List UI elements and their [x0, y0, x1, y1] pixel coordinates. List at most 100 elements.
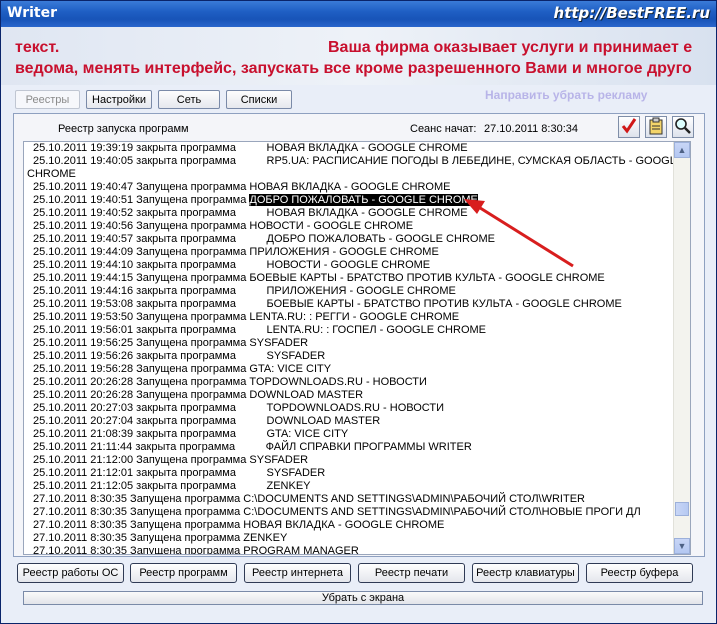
keyboard-registry-button[interactable]: Реестр клавиатуры — [472, 563, 579, 583]
log-row[interactable]: 25.10.2011 19:53:50 Запущена программа L… — [24, 311, 674, 324]
log-row-text: 25.10.2011 19:56:28 Запущена программа G… — [33, 363, 332, 375]
log-row-text: 25.10.2011 20:27:03 закрыта программа TO… — [33, 402, 444, 414]
log-row-text: 25.10.2011 21:12:05 закрыта программа ZE… — [33, 480, 311, 492]
log-row-text: 25.10.2011 19:40:52 закрыта программа НО… — [33, 207, 468, 219]
writer-window: Writer http://BestFREE.ru текст. Ваша фи… — [0, 0, 717, 624]
log-row-text: 27.10.2011 8:30:35 Запущена программа PR… — [33, 545, 359, 555]
log-row[interactable]: 25.10.2011 21:12:05 закрыта программа ZE… — [24, 480, 674, 493]
log-row[interactable]: 25.10.2011 19:44:16 закрыта программа ПР… — [24, 285, 674, 298]
log-row[interactable]: 25.10.2011 21:11:44 закрыта программа ФА… — [24, 441, 674, 454]
log-row-text: 25.10.2011 19:44:16 закрыта программа ПР… — [33, 285, 456, 297]
ticker-line1-start: текст. — [15, 39, 60, 56]
log-row[interactable]: 25.10.2011 20:26:28 Запущена программа T… — [24, 376, 674, 389]
scroll-down-arrow-icon[interactable]: ▼ — [674, 538, 690, 554]
log-row-text: 25.10.2011 20:26:28 Запущена программа D… — [33, 389, 364, 401]
clipboard-icon — [649, 117, 663, 135]
log-row[interactable]: 25.10.2011 19:44:10 закрыта программа НО… — [24, 259, 674, 272]
registry-panel: Реестр запуска программ Сеанс начат: 27.… — [13, 113, 705, 557]
ticker-line2: ведома, менять интерфейс, запускать все … — [15, 60, 692, 77]
log-row[interactable]: 25.10.2011 19:39:19 закрыта программа НО… — [24, 142, 674, 155]
tab-network[interactable]: Сеть — [158, 90, 220, 109]
log-row-text: 25.10.2011 19:53:50 Запущена программа L… — [33, 311, 460, 323]
log-row[interactable]: 25.10.2011 19:40:51 Запущена программа Д… — [24, 194, 674, 207]
log-row-text: 25.10.2011 19:40:05 закрыта программа RP… — [33, 155, 684, 167]
log-row[interactable]: 25.10.2011 19:40:05 закрыта программа RP… — [24, 155, 683, 168]
log-row-text: 25.10.2011 19:44:15 Запущена программа Б… — [33, 272, 605, 284]
log-row-text: 27.10.2011 8:30:35 Запущена программа C:… — [33, 506, 641, 518]
log-row-text: 25.10.2011 19:56:01 закрыта программа LE… — [33, 324, 487, 336]
window-title: Writer — [7, 5, 57, 21]
session-value: 27.10.2011 8:30:34 — [484, 123, 578, 135]
session-label: Сеанс начат: — [410, 123, 477, 135]
log-row-text: 25.10.2011 19:44:10 закрыта программа НО… — [33, 259, 431, 271]
log-row[interactable]: 25.10.2011 19:44:15 Запущена программа Б… — [24, 272, 674, 285]
log-row[interactable]: 25.10.2011 19:56:28 Запущена программа G… — [24, 363, 674, 376]
vertical-scrollbar[interactable]: ▲ ▼ — [673, 142, 690, 554]
log-row-text: 25.10.2011 19:56:25 Запущена программа S… — [33, 337, 309, 349]
log-row[interactable]: 25.10.2011 21:08:39 закрыта программа GT… — [24, 428, 674, 441]
log-row-text: 27.10.2011 8:30:35 Запущена программа ZE… — [33, 532, 288, 544]
log-row[interactable]: 27.10.2011 8:30:35 Запущена программа НО… — [24, 519, 674, 532]
tab-registries[interactable]: Реестры — [15, 90, 80, 109]
log-row[interactable]: 25.10.2011 19:56:26 закрыта программа SY… — [24, 350, 674, 363]
log-row-text: 25.10.2011 20:27:04 закрыта программа DO… — [33, 415, 381, 427]
log-row-text: 25.10.2011 21:08:39 закрыта программа GT… — [33, 428, 349, 440]
log-rows: 25.10.2011 19:39:19 закрыта программа НО… — [24, 142, 683, 555]
remove-ad-link[interactable]: Направить убрать рекламу — [485, 88, 647, 102]
log-row[interactable]: 25.10.2011 19:44:09 Запущена программа П… — [24, 246, 674, 259]
log-row[interactable]: 27.10.2011 8:30:35 Запущена программа C:… — [24, 493, 674, 506]
log-row-text: 27.10.2011 8:30:35 Запущена программа НО… — [33, 519, 445, 531]
site-watermark: http://BestFREE.ru — [553, 4, 710, 22]
hide-from-screen-button[interactable]: Убрать с экрана — [23, 591, 703, 605]
log-row[interactable]: 25.10.2011 20:26:28 Запущена программа D… — [24, 389, 674, 402]
programs-registry-button[interactable]: Реестр программ — [130, 563, 237, 583]
log-row[interactable]: 25.10.2011 19:40:52 закрыта программа НО… — [24, 207, 674, 220]
log-row-text: CHROME — [27, 168, 76, 180]
log-row[interactable]: 25.10.2011 21:12:00 Запущена программа S… — [24, 454, 674, 467]
checkmark-icon — [621, 118, 637, 134]
log-row[interactable]: 25.10.2011 19:40:56 Запущена программа Н… — [24, 220, 674, 233]
log-row-text: 27.10.2011 8:30:35 Запущена программа C:… — [33, 493, 585, 505]
tab-settings[interactable]: Настройки — [86, 90, 152, 109]
log-row[interactable]: 25.10.2011 21:12:01 закрыта программа SY… — [24, 467, 674, 480]
log-row-text: 25.10.2011 20:26:28 Запущена программа T… — [33, 376, 427, 388]
log-row-text: 25.10.2011 21:12:00 Запущена программа S… — [33, 454, 309, 466]
log-row[interactable]: 25.10.2011 19:53:08 закрыта программа БО… — [24, 298, 674, 311]
clipboard-registry-button[interactable]: Реестр буфера — [586, 563, 693, 583]
log-list[interactable]: 25.10.2011 19:39:19 закрыта программа НО… — [23, 141, 691, 555]
log-row[interactable]: 25.10.2011 19:40:57 закрыта программа ДО… — [24, 233, 674, 246]
log-row[interactable]: 25.10.2011 20:27:03 закрыта программа TO… — [24, 402, 674, 415]
os-registry-button[interactable]: Реестр работы ОС — [17, 563, 124, 583]
tab-lists[interactable]: Списки — [226, 90, 292, 109]
ticker-line1-end: Ваша фирма оказывает услуги и принимает … — [328, 39, 693, 56]
log-row[interactable]: 27.10.2011 8:30:35 Запущена программа ZE… — [24, 532, 674, 545]
copy-button[interactable] — [645, 116, 667, 138]
print-registry-button[interactable]: Реестр печати — [358, 563, 465, 583]
scroll-thumb[interactable] — [675, 502, 689, 516]
log-row-text: 25.10.2011 21:12:01 закрыта программа SY… — [33, 467, 326, 479]
log-row[interactable]: 25.10.2011 19:56:01 закрыта программа LE… — [24, 324, 674, 337]
search-button[interactable] — [672, 116, 694, 138]
check-button[interactable] — [618, 116, 640, 138]
log-row-text: 25.10.2011 19:40:47 Запущена программа Н… — [33, 181, 451, 193]
panel-title: Реестр запуска программ — [58, 123, 189, 135]
log-row-text: 25.10.2011 21:11:44 закрыта программа ФА… — [33, 441, 472, 453]
magnifier-icon — [675, 118, 691, 134]
log-row[interactable]: 25.10.2011 19:56:25 Запущена программа S… — [24, 337, 674, 350]
log-row[interactable]: CHROME — [24, 168, 674, 181]
log-row[interactable]: 27.10.2011 8:30:35 Запущена программа PR… — [24, 545, 674, 555]
log-row[interactable]: 25.10.2011 20:27:04 закрыта программа DO… — [24, 415, 674, 428]
log-row-text: 25.10.2011 19:56:26 закрыта программа SY… — [33, 350, 326, 362]
log-row[interactable]: 27.10.2011 8:30:35 Запущена программа C:… — [24, 506, 674, 519]
ad-ticker: текст. Ваша фирма оказывает услуги и при… — [1, 27, 716, 85]
title-bar[interactable]: Writer http://BestFREE.ru — [1, 1, 716, 27]
log-row-text: 25.10.2011 19:53:08 закрыта программа БО… — [33, 298, 622, 310]
internet-registry-button[interactable]: Реестр интернета — [244, 563, 351, 583]
log-row[interactable]: 25.10.2011 19:40:47 Запущена программа Н… — [24, 181, 674, 194]
log-row-text: 25.10.2011 19:40:56 Запущена программа Н… — [33, 220, 414, 232]
log-row-text: 25.10.2011 19:44:09 Запущена программа П… — [33, 246, 439, 258]
scroll-up-arrow-icon[interactable]: ▲ — [674, 142, 690, 158]
log-row-text: 25.10.2011 19:40:51 Запущена программа — [33, 194, 250, 206]
log-row-selected-text: ДОБРО ПОЖАЛОВАТЬ - GOOGLE CHROME — [249, 194, 478, 206]
log-row-text: 25.10.2011 19:39:19 закрыта программа НО… — [33, 142, 468, 154]
